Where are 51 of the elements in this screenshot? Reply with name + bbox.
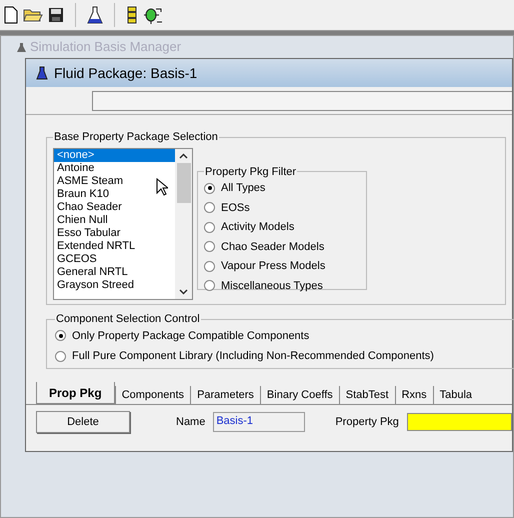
radio-button[interactable] xyxy=(204,260,215,272)
group-title: Component Selection Control xyxy=(55,312,201,327)
radio-label[interactable]: Only Property Package Compatible Components xyxy=(72,328,310,344)
mouse-cursor-icon xyxy=(156,178,168,196)
list-item[interactable]: <none> xyxy=(54,148,175,162)
flask-icon[interactable] xyxy=(87,6,103,24)
open-folder-icon[interactable] xyxy=(23,7,43,23)
radio-label[interactable]: Vapour Press Models xyxy=(221,258,326,274)
radio-label[interactable]: All Types xyxy=(221,180,266,196)
group-title: Property Pkg Filter xyxy=(204,164,298,180)
list-item[interactable]: GCEOS xyxy=(54,252,175,266)
radio-label[interactable]: Activity Models xyxy=(221,219,294,236)
list-item[interactable]: Esso Tabular xyxy=(54,226,175,240)
list-item[interactable]: Extended NRTL xyxy=(54,240,175,252)
save-icon[interactable] xyxy=(48,7,64,23)
text-field[interactable] xyxy=(92,90,512,110)
radio-label[interactable]: Miscellaneous Types xyxy=(221,278,323,294)
property-pkg-field[interactable] xyxy=(406,413,512,431)
radio-label[interactable]: EOSs xyxy=(221,200,250,216)
radio-button[interactable] xyxy=(204,241,215,252)
list-item[interactable]: ASME Steam xyxy=(54,174,175,188)
radio-button[interactable] xyxy=(55,350,66,362)
list-item[interactable]: Braun K10 xyxy=(54,188,175,200)
field-label: Property Pkg xyxy=(335,414,399,430)
list-item[interactable]: Chien Null xyxy=(54,214,175,226)
flask-icon xyxy=(17,42,26,52)
new-file-icon[interactable] xyxy=(4,6,18,24)
radio-button[interactable] xyxy=(204,280,215,292)
flask-icon xyxy=(36,66,48,80)
tab[interactable]: Prop Pkg xyxy=(36,382,115,404)
scrollbar[interactable] xyxy=(175,148,192,298)
delete-button[interactable]: Delete xyxy=(36,411,130,433)
radio-button[interactable] xyxy=(55,330,66,342)
radio-label[interactable]: Chao Seader Models xyxy=(221,238,324,255)
group-title: Base Property Package Selection xyxy=(53,130,219,145)
radio-button[interactable] xyxy=(204,222,215,233)
radio-button[interactable] xyxy=(204,182,215,194)
scroll-up-icon[interactable] xyxy=(179,152,188,158)
radio-label[interactable]: Full Pure Component Library (Including Non-Recommended Components) xyxy=(72,348,434,364)
column-icon[interactable] xyxy=(126,6,138,24)
list-item[interactable]: Chao Seader xyxy=(54,200,175,214)
list-item[interactable]: Antoine xyxy=(54,162,175,174)
scroll-down-icon[interactable] xyxy=(179,288,188,294)
list-item[interactable]: Grayson Streed xyxy=(54,278,175,292)
radio-button[interactable] xyxy=(204,202,215,214)
field-label: Name xyxy=(176,414,206,430)
scrollbar-thumb[interactable] xyxy=(176,162,190,202)
window-title: Simulation Basis Manager xyxy=(30,38,182,56)
name-field[interactable]: Basis-1 xyxy=(213,412,306,432)
window-title: Fluid Package: Basis-1 xyxy=(54,64,198,83)
list-item[interactable]: General NRTL xyxy=(54,266,175,278)
